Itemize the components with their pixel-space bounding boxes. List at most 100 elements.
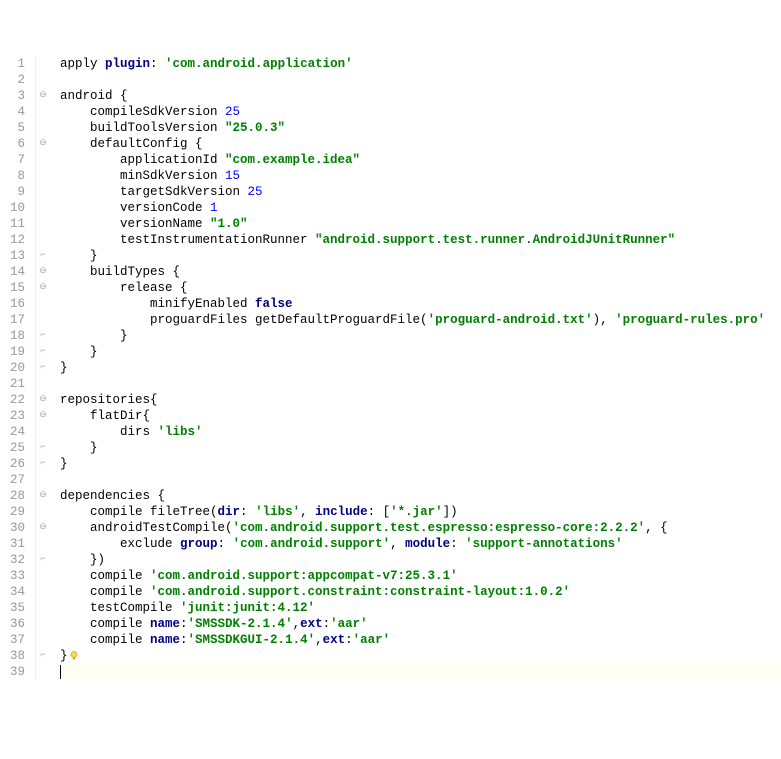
code-line[interactable]	[60, 664, 781, 680]
code-token: plugin	[105, 57, 150, 71]
code-token: applicationId	[60, 153, 225, 167]
fold-close-icon[interactable]: ⌐	[36, 360, 50, 376]
code-line[interactable]: compile 'com.android.support.constraint:…	[60, 584, 781, 600]
fold-close-icon[interactable]: ⌐	[36, 328, 50, 344]
code-token: testInstrumentationRunner	[60, 233, 315, 247]
fold-empty	[36, 424, 50, 440]
intention-bulb-icon[interactable]	[68, 650, 80, 662]
code-token: ),	[593, 313, 616, 327]
code-line[interactable]: targetSdkVersion 25	[60, 184, 781, 200]
line-number: 27	[0, 472, 25, 488]
code-line[interactable]: proguardFiles getDefaultProguardFile('pr…	[60, 312, 781, 328]
code-line[interactable]: compileSdkVersion 25	[60, 104, 781, 120]
code-token: dependencies {	[60, 489, 165, 503]
fold-gutter[interactable]: ⊖⊖⌐⊖⊖⌐⌐⌐⊖⊖⌐⌐⊖⊖⌐⌐	[36, 56, 50, 680]
code-line[interactable]: }	[60, 456, 781, 472]
fold-empty	[36, 536, 50, 552]
code-token: }	[60, 457, 68, 471]
code-token: ])	[443, 505, 458, 519]
code-line[interactable]: apply plugin: 'com.android.application'	[60, 56, 781, 72]
fold-open-icon[interactable]: ⊖	[36, 520, 50, 536]
code-token: 'junit:junit:4.12'	[180, 601, 315, 615]
fold-close-icon[interactable]: ⌐	[36, 344, 50, 360]
code-token: }	[60, 361, 68, 375]
code-token: 1	[210, 201, 218, 215]
code-line[interactable]: versionName "1.0"	[60, 216, 781, 232]
fold-open-icon[interactable]: ⊖	[36, 408, 50, 424]
code-token: :	[180, 633, 188, 647]
code-line[interactable]: buildToolsVersion "25.0.3"	[60, 120, 781, 136]
code-token: 'libs'	[158, 425, 203, 439]
fold-open-icon[interactable]: ⊖	[36, 264, 50, 280]
code-token: targetSdkVersion	[60, 185, 248, 199]
fold-empty	[36, 568, 50, 584]
code-line[interactable]: }	[60, 648, 781, 664]
code-line[interactable]: minifyEnabled false	[60, 296, 781, 312]
code-line[interactable]: exclude group: 'com.android.support', mo…	[60, 536, 781, 552]
code-line[interactable]: flatDir{	[60, 408, 781, 424]
code-line[interactable]: compile 'com.android.support:appcompat-v…	[60, 568, 781, 584]
fold-open-icon[interactable]: ⊖	[36, 488, 50, 504]
code-line[interactable]: }	[60, 440, 781, 456]
fold-empty	[36, 632, 50, 648]
fold-empty	[36, 504, 50, 520]
code-line[interactable]: defaultConfig {	[60, 136, 781, 152]
line-number: 28	[0, 488, 25, 504]
code-line[interactable]: }	[60, 328, 781, 344]
code-line[interactable]: buildTypes {	[60, 264, 781, 280]
line-number: 19	[0, 344, 25, 360]
code-line[interactable]: compile name:'SMSSDK-2.1.4',ext:'aar'	[60, 616, 781, 632]
code-token: ,	[300, 505, 315, 519]
fold-close-icon[interactable]: ⌐	[36, 648, 50, 664]
code-token: flatDir{	[60, 409, 150, 423]
code-token: }	[60, 329, 128, 343]
fold-close-icon[interactable]: ⌐	[36, 552, 50, 568]
code-token: ext	[300, 617, 323, 631]
code-line[interactable]: }	[60, 248, 781, 264]
line-number: 21	[0, 376, 25, 392]
code-line[interactable]: compile fileTree(dir: 'libs', include: […	[60, 504, 781, 520]
line-number: 1	[0, 56, 25, 72]
code-line[interactable]: })	[60, 552, 781, 568]
fold-close-icon[interactable]: ⌐	[36, 248, 50, 264]
code-token: include	[315, 505, 368, 519]
code-token: android {	[60, 89, 128, 103]
code-area[interactable]: apply plugin: 'com.android.application' a…	[50, 56, 781, 680]
code-line[interactable]: testCompile 'junit:junit:4.12'	[60, 600, 781, 616]
code-token: dir	[218, 505, 241, 519]
code-token: 'proguard-rules.pro'	[615, 313, 765, 327]
code-line[interactable]	[60, 472, 781, 488]
line-number: 12	[0, 232, 25, 248]
code-line[interactable]: }	[60, 344, 781, 360]
code-token: exclude	[60, 537, 180, 551]
line-number: 38	[0, 648, 25, 664]
fold-close-icon[interactable]: ⌐	[36, 456, 50, 472]
code-line[interactable]: dependencies {	[60, 488, 781, 504]
code-line[interactable]	[60, 72, 781, 88]
fold-open-icon[interactable]: ⊖	[36, 392, 50, 408]
code-line[interactable]: versionCode 1	[60, 200, 781, 216]
code-line[interactable]: androidTestCompile('com.android.support.…	[60, 520, 781, 536]
code-token: })	[60, 553, 105, 567]
line-number: 31	[0, 536, 25, 552]
fold-empty	[36, 664, 50, 680]
code-line[interactable]: release {	[60, 280, 781, 296]
fold-open-icon[interactable]: ⊖	[36, 88, 50, 104]
code-line[interactable]: compile name:'SMSSDKGUI-2.1.4',ext:'aar'	[60, 632, 781, 648]
fold-close-icon[interactable]: ⌐	[36, 440, 50, 456]
code-line[interactable]: minSdkVersion 15	[60, 168, 781, 184]
code-line[interactable]	[60, 376, 781, 392]
code-token: :	[323, 617, 331, 631]
code-line[interactable]: android {	[60, 88, 781, 104]
fold-open-icon[interactable]: ⊖	[36, 280, 50, 296]
code-line[interactable]: testInstrumentationRunner "android.suppo…	[60, 232, 781, 248]
line-number: 18	[0, 328, 25, 344]
code-line[interactable]: applicationId "com.example.idea"	[60, 152, 781, 168]
code-editor[interactable]: 1234567891011121314151617181920212223242…	[0, 56, 781, 680]
code-token: minSdkVersion	[60, 169, 225, 183]
code-line[interactable]: dirs 'libs'	[60, 424, 781, 440]
code-line[interactable]: repositories{	[60, 392, 781, 408]
code-token: 'com.android.support.test.espresso:espre…	[233, 521, 646, 535]
fold-open-icon[interactable]: ⊖	[36, 136, 50, 152]
code-line[interactable]: }	[60, 360, 781, 376]
